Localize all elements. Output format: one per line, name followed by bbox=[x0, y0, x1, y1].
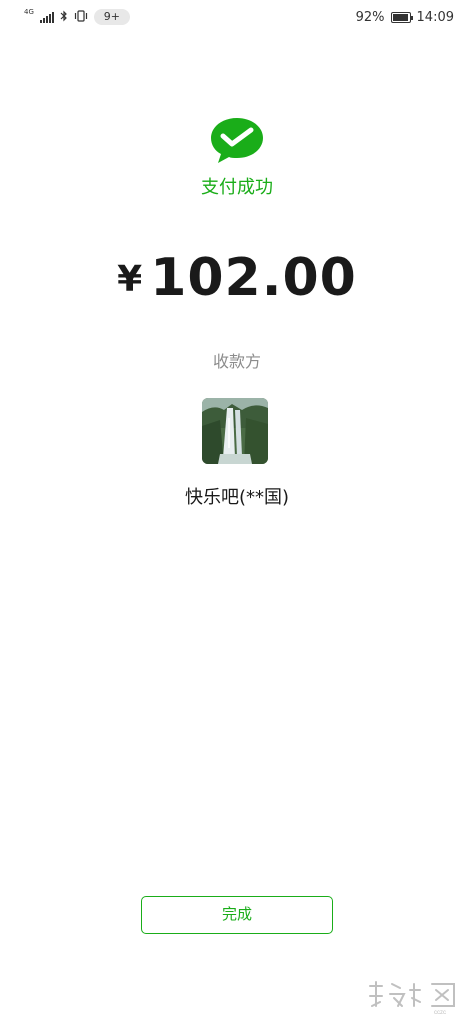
status-bar-right: 92% 14:09 bbox=[356, 8, 454, 26]
status-bar-left: 4G 9+ bbox=[24, 8, 130, 26]
payee-avatar bbox=[202, 398, 268, 464]
payment-amount: 102.00 bbox=[150, 248, 357, 308]
notification-badge: 9+ bbox=[93, 9, 130, 25]
network-type-label: 4G bbox=[24, 7, 34, 16]
payee-label: 收款方 bbox=[212, 352, 261, 371]
payment-success-title: 支付成功 bbox=[201, 177, 273, 198]
bluetooth-icon bbox=[60, 10, 68, 24]
clock: 14:09 bbox=[416, 9, 454, 25]
wechat-pay-success-icon bbox=[209, 116, 265, 166]
done-button[interactable]: 完成 bbox=[141, 896, 333, 934]
watermark-logo: cczc bbox=[364, 976, 464, 1016]
svg-text:cczc: cczc bbox=[434, 1010, 446, 1016]
battery-percent: 92% bbox=[355, 9, 385, 25]
vibrate-icon bbox=[74, 10, 88, 24]
signal-icon bbox=[39, 11, 54, 23]
status-bar: 4G 9+ 92% 14:09 bbox=[0, 0, 474, 34]
amount-row: ¥ 102.00 bbox=[0, 248, 474, 308]
payee-name: 快乐吧(**国) bbox=[184, 487, 290, 508]
battery-icon bbox=[390, 11, 413, 23]
currency-symbol: ¥ bbox=[117, 259, 143, 300]
